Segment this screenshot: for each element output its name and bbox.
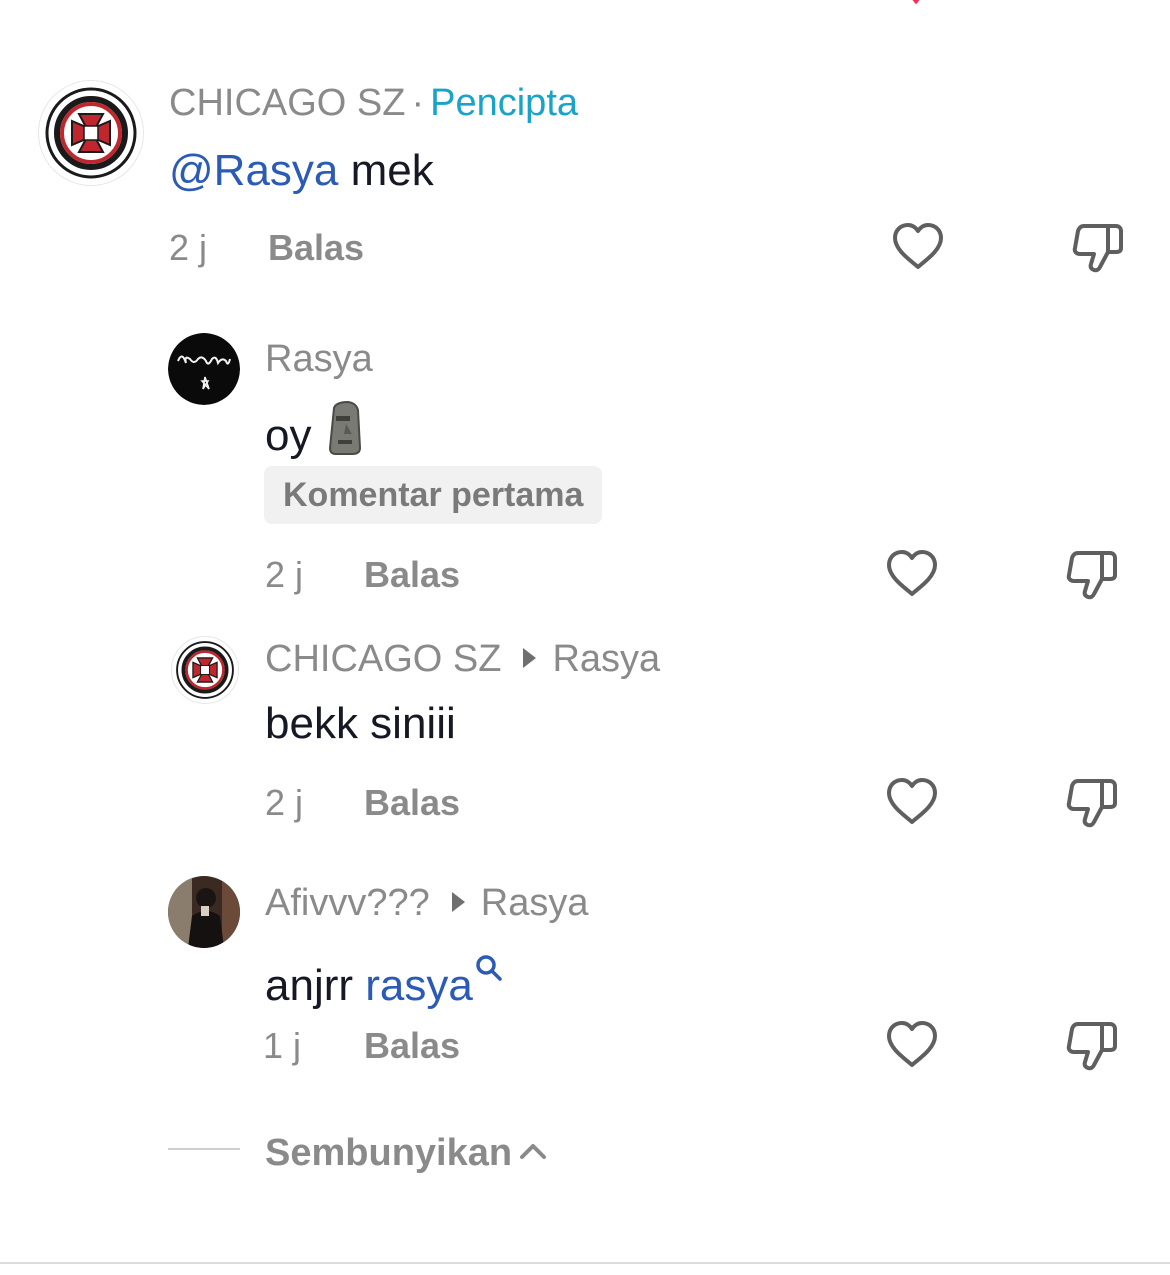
heart-icon[interactable] — [884, 775, 940, 831]
thumbs-down-icon[interactable] — [1064, 547, 1120, 603]
reply-to-text[interactable]: Rasya — [481, 882, 589, 924]
username-text[interactable]: CHICAGO SZ — [265, 638, 501, 680]
username-text[interactable]: CHICAGO SZ — [169, 82, 405, 124]
reply-arrow-icon — [451, 892, 465, 912]
comment-text: oy — [265, 400, 364, 468]
comment-body: anjrr — [265, 961, 354, 1010]
reply-arrow-icon — [523, 648, 537, 668]
thumbs-down-icon[interactable] — [1064, 1018, 1120, 1074]
chicago-logo-icon — [172, 637, 238, 703]
avatar[interactable] — [38, 80, 144, 186]
thumbs-down-icon[interactable] — [1064, 775, 1120, 831]
comment-time: 2 j — [265, 554, 304, 595]
heart-icon[interactable] — [884, 547, 940, 603]
comment-time: 2 j — [169, 227, 208, 268]
comment-time: 1 j — [263, 1025, 302, 1066]
photo-avatar-icon — [168, 876, 240, 948]
divider-line — [168, 1148, 240, 1150]
comment-body: mek — [350, 146, 434, 195]
hide-replies-label: Sembunyikan — [265, 1132, 513, 1174]
reply-button[interactable]: Balas — [364, 1025, 460, 1067]
avatar[interactable] — [168, 333, 240, 405]
moai-emoji — [324, 400, 364, 468]
heart-icon[interactable] — [884, 1018, 940, 1074]
chevron-up-icon — [518, 1127, 548, 1171]
reply-to-text[interactable]: Rasya — [552, 638, 660, 680]
search-icon[interactable] — [475, 942, 503, 994]
username-text[interactable]: Afivvv??? — [265, 882, 430, 924]
rasya-signature-icon — [168, 333, 240, 405]
first-comment-badge: Komentar pertama — [264, 466, 603, 524]
separator: · — [411, 82, 425, 124]
avatar[interactable] — [168, 876, 240, 948]
search-term-link[interactable]: rasya — [365, 961, 473, 1010]
reply-username[interactable]: Rasya — [265, 337, 373, 381]
reply-username: CHICAGO SZ Rasya — [265, 637, 660, 681]
avatar[interactable] — [171, 636, 239, 704]
chicago-logo-icon — [39, 81, 143, 185]
bottom-divider — [0, 1262, 1170, 1264]
comment-username[interactable]: CHICAGO SZ · Pencipta — [169, 81, 578, 125]
creator-label: Pencipta — [430, 82, 579, 124]
hide-replies-button[interactable]: Sembunyikan — [265, 1127, 548, 1175]
heart-icon[interactable] — [890, 220, 946, 276]
mention-link[interactable]: @Rasya — [169, 146, 338, 195]
comment-text: bekk siniii — [265, 699, 456, 748]
comment-text: @Rasya mek — [169, 145, 434, 197]
reply-button[interactable]: Balas — [364, 782, 460, 824]
comment-time: 2 j — [265, 782, 304, 823]
reply-username: Afivvv??? Rasya — [265, 881, 588, 925]
cropped-heart-icon — [905, 0, 927, 6]
comment-body: oy — [265, 411, 312, 460]
reply-button[interactable]: Balas — [364, 554, 460, 596]
reply-button[interactable]: Balas — [268, 227, 364, 269]
comment-text: anjrr rasya — [265, 942, 503, 1012]
cropped-dislike-icon — [1083, 0, 1105, 6]
thumbs-down-icon[interactable] — [1070, 220, 1126, 276]
